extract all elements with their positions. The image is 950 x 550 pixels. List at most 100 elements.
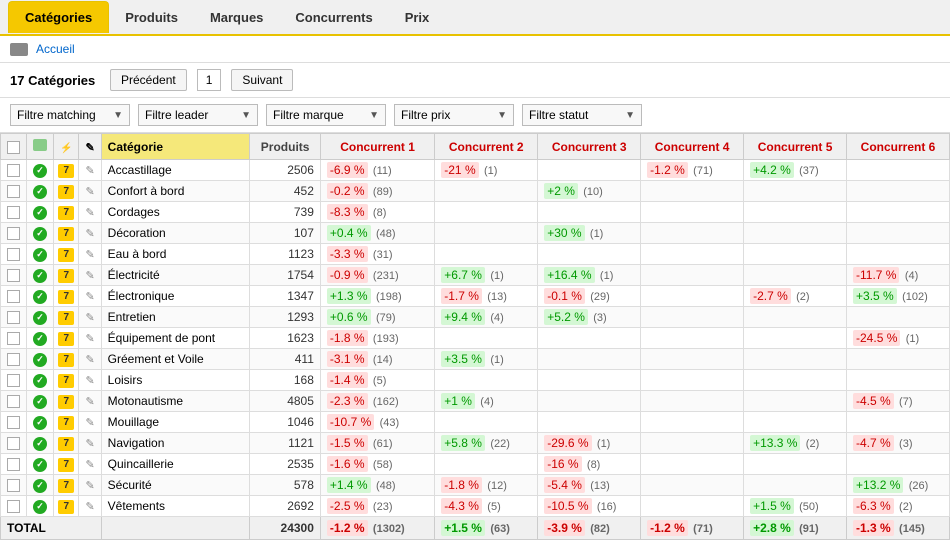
row-c2: +6.7 % (1)	[435, 265, 538, 286]
tab-concurrents[interactable]: Concurrents	[279, 2, 388, 33]
next-button[interactable]: Suivant	[231, 69, 293, 91]
tab-bar: Catégories Produits Marques Concurrents …	[0, 0, 950, 36]
row-c4	[641, 244, 744, 265]
row-c4	[641, 496, 744, 517]
row-edit[interactable]: ✎	[79, 370, 101, 391]
tab-marques[interactable]: Marques	[194, 2, 279, 33]
filter-matching-arrow: ▼	[113, 110, 123, 121]
row-checkbox[interactable]	[1, 202, 27, 223]
row-category-name[interactable]: Entretien	[101, 307, 250, 328]
row-checkbox[interactable]	[1, 391, 27, 412]
row-edit[interactable]: ✎	[79, 391, 101, 412]
row-checkbox[interactable]	[1, 265, 27, 286]
row-edit[interactable]: ✎	[79, 412, 101, 433]
row-edit[interactable]: ✎	[79, 433, 101, 454]
row-category-name[interactable]: Équipement de pont	[101, 328, 250, 349]
row-checkbox[interactable]	[1, 475, 27, 496]
row-category-name[interactable]: Accastillage	[101, 160, 250, 181]
row-produits: 1123	[250, 244, 321, 265]
table-row: ✓ 7 ✎ Cordages 739 -8.3 % (8)	[1, 202, 950, 223]
row-category-name[interactable]: Confort à bord	[101, 181, 250, 202]
filter-statut[interactable]: Filtre statut ▼	[522, 104, 642, 126]
breadcrumb-text[interactable]: Accueil	[36, 42, 75, 56]
row-edit[interactable]: ✎	[79, 349, 101, 370]
row-category-name[interactable]: Sécurité	[101, 475, 250, 496]
row-edit[interactable]: ✎	[79, 202, 101, 223]
row-checkbox[interactable]	[1, 496, 27, 517]
col-produits-header: Produits	[250, 134, 321, 160]
row-edit[interactable]: ✎	[79, 328, 101, 349]
row-status: ✓	[27, 475, 54, 496]
row-c2: +5.8 % (22)	[435, 433, 538, 454]
row-checkbox[interactable]	[1, 454, 27, 475]
row-category-name[interactable]: Vêtements	[101, 496, 250, 517]
row-c1: -1.8 % (193)	[320, 328, 434, 349]
row-checkbox[interactable]	[1, 160, 27, 181]
row-edit[interactable]: ✎	[79, 454, 101, 475]
prev-button[interactable]: Précédent	[110, 69, 187, 91]
row-checkbox[interactable]	[1, 286, 27, 307]
header-checkbox[interactable]	[7, 141, 20, 154]
row-checkbox[interactable]	[1, 349, 27, 370]
row-edit[interactable]: ✎	[79, 475, 101, 496]
row-c3	[538, 370, 641, 391]
row-category-name[interactable]: Électricité	[101, 265, 250, 286]
row-edit[interactable]: ✎	[79, 160, 101, 181]
row-c2	[435, 370, 538, 391]
row-checkbox[interactable]	[1, 307, 27, 328]
tab-categories[interactable]: Catégories	[8, 1, 109, 33]
row-category-name[interactable]: Eau à bord	[101, 244, 250, 265]
filter-prix[interactable]: Filtre prix ▼	[394, 104, 514, 126]
row-checkbox[interactable]	[1, 370, 27, 391]
row-category-name[interactable]: Mouillage	[101, 412, 250, 433]
row-checkbox[interactable]	[1, 181, 27, 202]
controls-bar: 17 Catégories Précédent 1 Suivant	[0, 63, 950, 98]
row-edit[interactable]: ✎	[79, 181, 101, 202]
row-category-name[interactable]: Motonautisme	[101, 391, 250, 412]
row-edit[interactable]: ✎	[79, 496, 101, 517]
table-row: ✓ 7 ✎ Accastillage 2506 -6.9 % (11) -21 …	[1, 160, 950, 181]
row-category-name[interactable]: Quincaillerie	[101, 454, 250, 475]
row-checkbox[interactable]	[1, 328, 27, 349]
row-edit[interactable]: ✎	[79, 244, 101, 265]
row-c3: -5.4 % (13)	[538, 475, 641, 496]
row-badge: 7	[54, 307, 79, 328]
row-checkbox[interactable]	[1, 244, 27, 265]
col-edit-header: ✎	[79, 134, 101, 160]
row-edit[interactable]: ✎	[79, 307, 101, 328]
row-status: ✓	[27, 370, 54, 391]
row-edit[interactable]: ✎	[79, 265, 101, 286]
top-nav: Catégories Produits Marques Concurrents …	[0, 0, 950, 36]
row-status: ✓	[27, 202, 54, 223]
row-checkbox[interactable]	[1, 433, 27, 454]
filter-marque[interactable]: Filtre marque ▼	[266, 104, 386, 126]
row-edit[interactable]: ✎	[79, 223, 101, 244]
row-edit[interactable]: ✎	[79, 286, 101, 307]
tab-produits[interactable]: Produits	[109, 2, 194, 33]
badge-header-icon: ⚡	[60, 143, 72, 154]
row-produits: 578	[250, 475, 321, 496]
row-category-name[interactable]: Électronique	[101, 286, 250, 307]
row-category-name[interactable]: Gréement et Voile	[101, 349, 250, 370]
filter-matching[interactable]: Filtre matching ▼	[10, 104, 130, 126]
col-c6-header: Concurrent 6	[847, 134, 950, 160]
row-c1: -0.2 % (89)	[320, 181, 434, 202]
row-checkbox[interactable]	[1, 223, 27, 244]
row-badge: 7	[54, 265, 79, 286]
row-produits: 1754	[250, 265, 321, 286]
row-badge: 7	[54, 454, 79, 475]
row-category-name[interactable]: Loisirs	[101, 370, 250, 391]
row-c3	[538, 202, 641, 223]
filter-leader[interactable]: Filtre leader ▼	[138, 104, 258, 126]
row-category-name[interactable]: Cordages	[101, 202, 250, 223]
row-category-name[interactable]: Décoration	[101, 223, 250, 244]
row-c5	[744, 223, 847, 244]
col-categorie-header: Catégorie	[101, 134, 250, 160]
row-checkbox[interactable]	[1, 412, 27, 433]
page-number: 1	[197, 69, 222, 91]
row-category-name[interactable]: Navigation	[101, 433, 250, 454]
tab-prix[interactable]: Prix	[389, 2, 446, 33]
col-c4-header: Concurrent 4	[641, 134, 744, 160]
row-badge: 7	[54, 433, 79, 454]
row-c1: -8.3 % (8)	[320, 202, 434, 223]
